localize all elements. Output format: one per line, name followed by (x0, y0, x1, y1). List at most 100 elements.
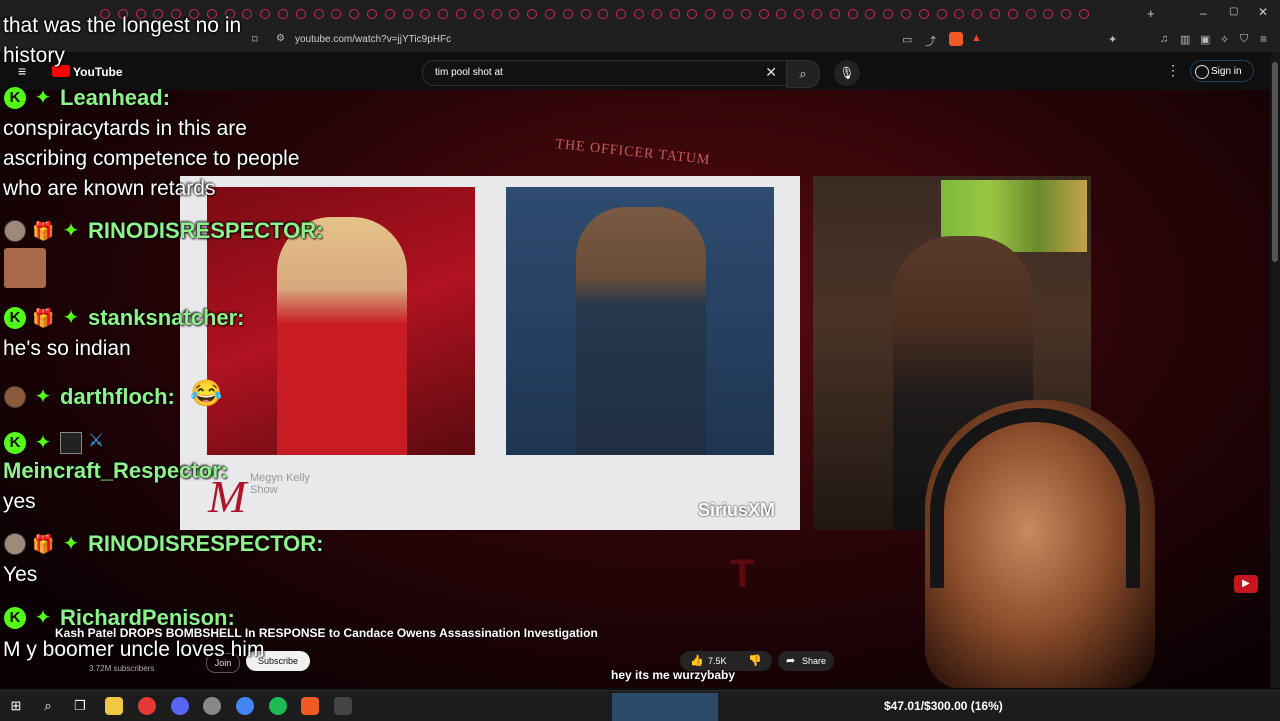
browser-tab[interactable] (669, 9, 680, 19)
kick-badge-icon: K (4, 87, 26, 109)
share-button[interactable]: ➦ Share (778, 651, 834, 671)
browser-tab[interactable] (420, 9, 431, 19)
new-tab-button[interactable]: + (1147, 6, 1155, 21)
browser-tab[interactable] (972, 9, 983, 19)
video-frame-guest-right (506, 187, 774, 455)
windows-start-icon[interactable]: ⊞ (7, 697, 25, 715)
badge-icon (60, 432, 82, 454)
browser-tab[interactable] (616, 9, 627, 19)
subscriber-badge-icon: ✦ (34, 607, 52, 629)
vpn-icon[interactable]: ⛉ (1240, 33, 1248, 46)
browser-tab[interactable] (367, 9, 377, 19)
browser-tab[interactable] (1061, 9, 1072, 19)
sign-in-label: Sign in (1211, 66, 1242, 77)
share-label: Share (802, 656, 827, 666)
mic-button[interactable]: 🎙 (834, 60, 860, 86)
minimize-button[interactable]: – (1200, 6, 1207, 20)
browser-tab[interactable] (509, 9, 520, 19)
screen-icon[interactable]: ▭ (902, 33, 912, 46)
spotify-icon[interactable] (269, 697, 287, 715)
browser-tab[interactable] (865, 9, 876, 19)
search-button[interactable]: ⌕ (786, 60, 820, 88)
windows-taskbar: ⊞ ⌕ ❐ $47.01/$300.00 (16%) (0, 690, 1280, 721)
close-window-button[interactable]: ✕ (1258, 5, 1268, 19)
browser-tab[interactable] (545, 9, 555, 19)
browser-tab[interactable] (634, 9, 644, 19)
sidebar-icon[interactable]: ▥ (1180, 33, 1190, 46)
avatar (4, 386, 26, 408)
browser-tab[interactable] (847, 9, 858, 19)
ai-icon[interactable]: ✧ (1220, 33, 1229, 46)
scrollbar-thumb[interactable] (1272, 62, 1278, 262)
browser-tab[interactable] (758, 9, 769, 19)
sign-in-button[interactable]: Sign in (1190, 60, 1254, 82)
search-icon[interactable]: ⌕ (39, 697, 57, 715)
menu-icon[interactable]: ≡ (1260, 32, 1267, 46)
task-view-icon[interactable]: ❐ (71, 697, 89, 715)
browser-tab[interactable] (901, 9, 911, 19)
file-explorer-icon[interactable] (105, 697, 123, 715)
wallet-icon[interactable]: ▣ (1200, 33, 1210, 46)
browser-tab[interactable] (794, 9, 805, 19)
brave-rewards-icon[interactable]: ▲ (971, 32, 982, 44)
browser-tab[interactable] (562, 9, 573, 19)
browser-tab[interactable] (829, 9, 840, 19)
extensions-icon[interactable]: ✦ (1108, 33, 1117, 46)
search-input[interactable]: tim pool shot at (435, 67, 503, 78)
chat-message-text: Yes (3, 563, 38, 586)
share-icon: ➦ (786, 655, 796, 667)
close-icon[interactable]: ✕ (765, 64, 777, 81)
taskbar-active-item[interactable] (612, 693, 718, 721)
chrome-icon[interactable] (236, 697, 254, 715)
browser-tab[interactable] (384, 9, 395, 19)
chat-message-text: conspiracytards in this are (3, 117, 247, 140)
browser-tab[interactable] (456, 9, 466, 19)
browser-tab[interactable] (598, 9, 609, 19)
browser-tab[interactable] (402, 9, 413, 19)
thumbs-down-icon[interactable]: 👎 (748, 651, 762, 671)
maximize-button[interactable]: ▢ (1229, 6, 1238, 17)
browser-tab[interactable] (990, 9, 1000, 19)
browser-tab[interactable] (1007, 9, 1018, 19)
browser-tab[interactable] (580, 9, 591, 19)
donation-goal: $47.01/$300.00 (16%) (884, 699, 1003, 713)
browser-tab[interactable] (527, 9, 538, 19)
brave-shield-icon[interactable] (949, 32, 963, 46)
steam-icon[interactable] (203, 697, 221, 715)
browser-tab[interactable] (918, 9, 929, 19)
discord-icon[interactable] (171, 697, 189, 715)
browser-tab[interactable] (936, 9, 947, 19)
browser-tab[interactable] (473, 9, 484, 19)
browser-tab[interactable] (349, 9, 360, 19)
media-icon[interactable]: ♫ (1160, 33, 1168, 45)
browser-tab[interactable] (705, 9, 716, 19)
app-icon[interactable] (138, 697, 156, 715)
browser-tab[interactable] (740, 9, 751, 19)
more-options-icon[interactable]: ⋮ (1166, 62, 1180, 79)
browser-tab[interactable] (883, 9, 894, 19)
browser-tab[interactable] (687, 9, 698, 19)
chat-message-text: that was the longest no in (3, 14, 242, 37)
browser-tab[interactable] (776, 9, 787, 19)
browser-tab[interactable] (651, 9, 662, 19)
sirius-logo: SiriusXM (698, 500, 776, 520)
search-box[interactable]: tim pool shot at ✕ (422, 60, 788, 86)
browser-tab[interactable] (438, 9, 449, 19)
browser-tab[interactable] (812, 9, 822, 19)
page-scrollbar[interactable] (1270, 52, 1280, 688)
browser-tab[interactable] (723, 9, 733, 19)
browser-tab[interactable] (491, 9, 502, 19)
browser-tab[interactable] (1025, 9, 1036, 19)
browser-tab[interactable] (954, 9, 965, 19)
share-page-icon[interactable]: ⤴ (925, 33, 936, 49)
chat-username: Meincraft_Respector: (3, 458, 228, 483)
account-icon (1195, 65, 1209, 79)
brave-icon[interactable] (301, 697, 319, 715)
browser-tab[interactable] (1043, 9, 1054, 19)
avatar (4, 220, 26, 242)
chat-message-text: he's so indian (3, 337, 131, 360)
browser-tab[interactable] (1079, 9, 1089, 19)
youtube-play-icon[interactable]: ▶ (1234, 575, 1258, 593)
gift-badge-icon: 🎁 (32, 534, 55, 554)
app-icon[interactable] (334, 697, 352, 715)
